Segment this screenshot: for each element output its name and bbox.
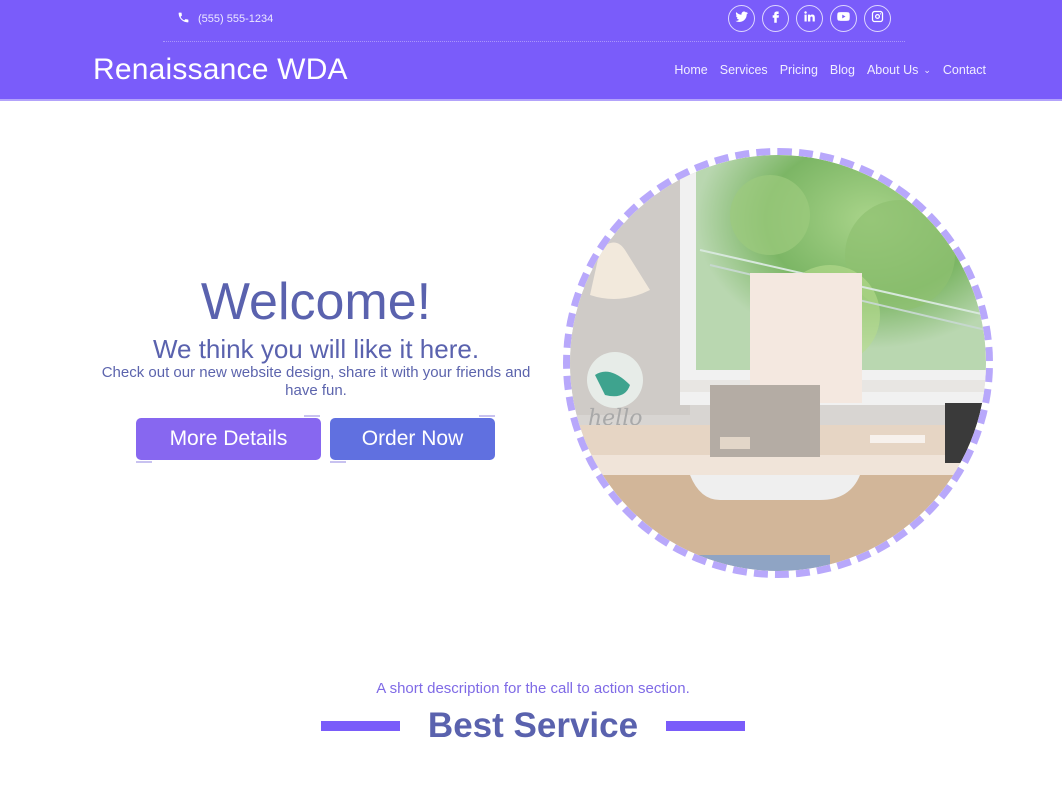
decor-line [136, 461, 152, 463]
linkedin-link[interactable] [796, 5, 823, 32]
top-bar: (555) 555-1234 [163, 0, 905, 42]
nav-about-us[interactable]: About Us ⌄ [867, 63, 931, 77]
nav-label: Services [719, 63, 768, 77]
cta-title: Best Service [427, 706, 639, 745]
nav-label: About Us [866, 63, 919, 77]
nav-contact[interactable]: Contact [943, 63, 986, 77]
youtube-icon [836, 9, 851, 29]
facebook-icon [768, 9, 783, 29]
main-nav: Home Services Pricing Blog About Us ⌄ Con… [674, 63, 986, 77]
nav-pricing[interactable]: Pricing [780, 63, 818, 77]
linkedin-icon [802, 9, 817, 29]
heading-divider-right [666, 721, 746, 731]
twitter-icon [734, 9, 749, 29]
hero-text: Welcome! We think you will like it here.… [90, 272, 542, 400]
twitter-link[interactable] [728, 5, 755, 32]
cta-description: A short description for the call to acti… [376, 680, 690, 697]
site-logo[interactable]: Renaissance WDA [93, 53, 348, 87]
hero-description: Check out our new website design, share … [101, 364, 531, 399]
nav-label: Contact [942, 63, 986, 77]
phone-number: (555) 555-1234 [198, 13, 274, 25]
decor-line [304, 415, 320, 417]
nav-label: Home [674, 63, 708, 77]
decor-line [479, 415, 495, 417]
order-now-button[interactable]: Order Now [330, 418, 495, 460]
office-desk-image: hello [570, 155, 986, 571]
nav-blog[interactable]: Blog [830, 63, 855, 77]
nav-services[interactable]: Services [720, 63, 768, 77]
facebook-link[interactable] [762, 5, 789, 32]
cta-heading-row: Best Service [0, 706, 1062, 746]
phone-icon [177, 11, 190, 27]
instagram-icon [870, 9, 885, 29]
nav-home[interactable]: Home [674, 63, 707, 77]
hero-image-frame: hello [563, 148, 993, 578]
nav-label: Pricing [779, 63, 818, 77]
hero-subtitle: We think you will like it here. [152, 334, 480, 364]
phone-contact[interactable]: (555) 555-1234 [177, 11, 273, 27]
instagram-link[interactable] [864, 5, 891, 32]
decor-line [330, 461, 346, 463]
heading-divider-left [320, 721, 400, 731]
social-links [728, 5, 891, 32]
chevron-down-icon: ⌄ [923, 64, 931, 75]
youtube-link[interactable] [830, 5, 857, 32]
office-illustration: hello [570, 155, 986, 571]
more-details-button[interactable]: More Details [136, 418, 321, 460]
nav-label: Blog [829, 63, 855, 77]
site-header: (555) 555-1234 Renaissance WDA Home Serv… [0, 0, 1062, 101]
hero-title: Welcome! [200, 273, 432, 331]
